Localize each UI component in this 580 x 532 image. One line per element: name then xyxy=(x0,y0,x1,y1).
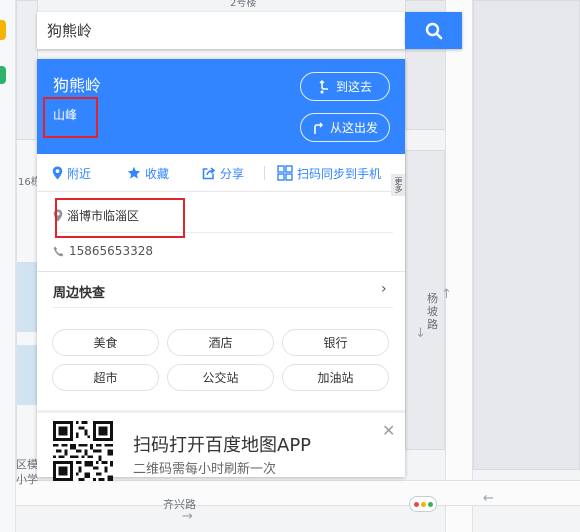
nearby-chip-hotel[interactable]: 酒店 xyxy=(167,329,274,356)
nearby-action-label: 附近 xyxy=(67,166,92,181)
place-category: 山峰 xyxy=(53,108,78,122)
share-action-label: 分享 xyxy=(220,166,245,181)
sync-to-phone-label: 扫码同步到手机 xyxy=(297,166,382,181)
nearby-action[interactable]: 附近 xyxy=(52,154,91,192)
map-label-school-2: 小学 xyxy=(16,473,38,486)
divider xyxy=(53,307,393,308)
depart-from-label: 从这出发 xyxy=(329,121,378,135)
favorite-action-label: 收藏 xyxy=(145,166,170,181)
map-road xyxy=(16,480,580,506)
qr-scan-icon xyxy=(277,165,293,181)
side-badge-green[interactable] xyxy=(0,66,6,84)
map-water xyxy=(17,262,37,332)
qr-code xyxy=(53,421,113,481)
address-text: 淄博市临淄区 xyxy=(67,208,140,223)
favorite-action[interactable]: 收藏 xyxy=(127,154,169,192)
map-water xyxy=(17,345,37,405)
place-name: 狗熊岭 xyxy=(53,76,102,95)
phone-icon xyxy=(53,246,64,256)
divider xyxy=(37,271,405,272)
go-here-button[interactable]: 到这去 xyxy=(300,72,390,101)
nearby-chip-food[interactable]: 美食 xyxy=(52,329,159,356)
phone-number: 15865653328 xyxy=(69,244,153,258)
nearby-chip-supermarket[interactable]: 超市 xyxy=(52,364,159,391)
nearby-section-title: 周边快查 xyxy=(53,286,106,301)
location-pin-icon xyxy=(52,166,63,180)
action-divider xyxy=(264,166,265,180)
close-icon[interactable]: ✕ xyxy=(382,421,395,440)
star-icon xyxy=(127,166,141,179)
phone-row: 15865653328 xyxy=(53,241,153,261)
promo-subtitle: 二维码需每小时刷新一次 xyxy=(133,462,277,477)
road-arrow-icon: ↑ xyxy=(441,287,452,302)
share-icon xyxy=(202,167,216,180)
map-block xyxy=(16,0,38,140)
road-arrow-icon: ← xyxy=(483,491,494,506)
action-row: 附近 收藏 分享 扫码同步到手机 xyxy=(37,154,405,192)
place-header: 狗熊岭 山峰 到这去 从这出发 xyxy=(37,59,405,154)
map-label-road-top: 2号楼 xyxy=(230,0,257,9)
share-action[interactable]: 分享 xyxy=(202,154,244,192)
search-icon xyxy=(425,22,442,39)
map-label-yangpo-road: 杨坡路 xyxy=(427,292,438,331)
map-road xyxy=(445,0,473,532)
chevron-right-icon[interactable]: › xyxy=(381,281,387,297)
search-input[interactable] xyxy=(37,12,367,49)
search-button[interactable] xyxy=(405,12,462,49)
go-here-label: 到这去 xyxy=(335,80,372,94)
sync-to-phone-action[interactable]: 扫码同步到手机 xyxy=(277,154,381,192)
app-promo-banner: 扫码打开百度地图APP 二维码需每小时刷新一次 ✕ xyxy=(37,413,405,481)
nearby-chip-bank[interactable]: 银行 xyxy=(282,329,389,356)
map-block xyxy=(473,0,580,470)
depart-from-button[interactable]: 从这出发 xyxy=(300,113,390,142)
route-to-icon xyxy=(319,79,328,93)
more-tag[interactable]: 更多 xyxy=(391,174,405,196)
road-arrow-icon: ↓ xyxy=(415,326,426,341)
divider xyxy=(53,232,393,233)
side-badge-yellow[interactable] xyxy=(0,20,6,40)
map-label-school-1: 区模 xyxy=(16,458,38,471)
address-row: 淄博市临淄区 xyxy=(53,205,139,225)
search-bar xyxy=(37,12,462,49)
nearby-chip-gas-station[interactable]: 加油站 xyxy=(282,364,389,391)
road-arrow-icon: → xyxy=(182,509,193,524)
route-from-icon xyxy=(314,122,323,134)
left-panel-edge xyxy=(0,0,16,532)
nearby-chip-bus-stop[interactable]: 公交站 xyxy=(167,364,274,391)
promo-title: 扫码打开百度地图APP xyxy=(133,435,312,456)
location-pin-icon xyxy=(53,209,63,221)
traffic-light-icon[interactable] xyxy=(409,496,437,512)
